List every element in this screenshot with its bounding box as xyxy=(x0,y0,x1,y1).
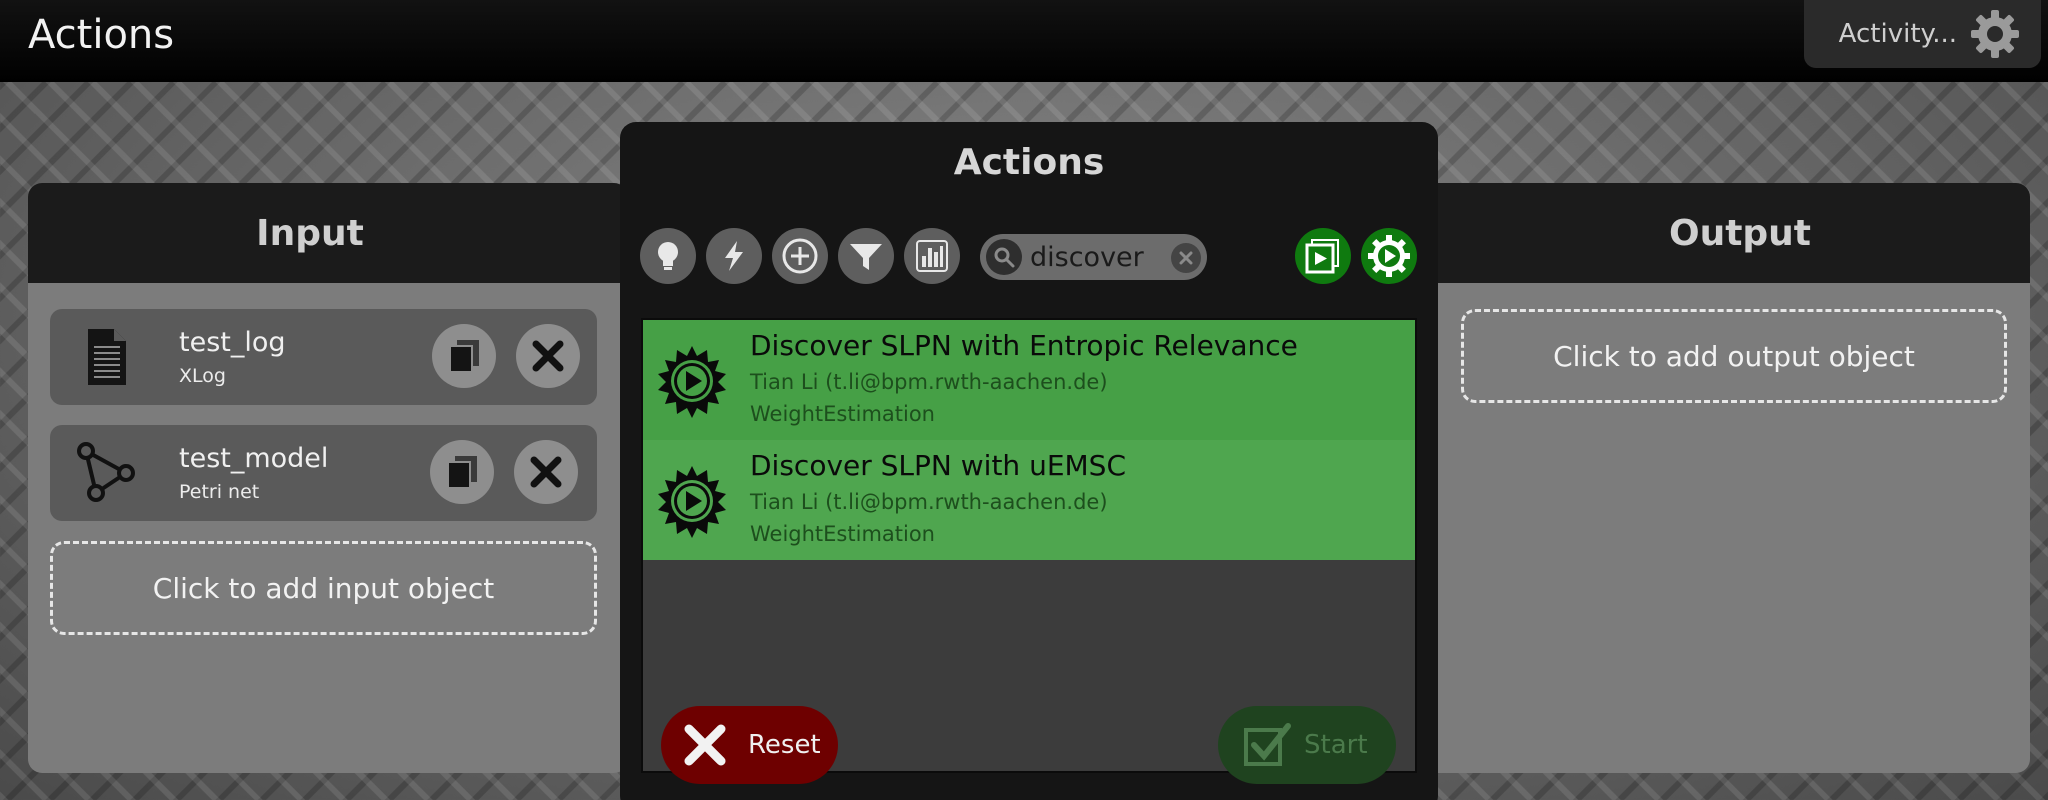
copy-icon xyxy=(447,456,477,489)
action-package: WeightEstimation xyxy=(750,522,935,546)
close-icon xyxy=(684,724,726,766)
remove-button[interactable] xyxy=(516,324,580,388)
copy-button[interactable] xyxy=(430,440,494,504)
copy-button[interactable] xyxy=(432,324,496,388)
object-name: test_model xyxy=(179,443,329,474)
object-type: Petri net xyxy=(179,481,260,503)
close-icon xyxy=(530,456,562,488)
clear-search-icon[interactable] xyxy=(1171,243,1201,273)
input-panel: Input test_log XLog test_model Petri net… xyxy=(28,183,628,773)
action-item[interactable]: Discover SLPN with Entropic Relevance Ti… xyxy=(643,320,1415,440)
petri-net-icon xyxy=(77,442,135,502)
top-bar: Actions Activity... xyxy=(0,0,2048,82)
bar-chart-icon xyxy=(916,240,948,272)
add-input-object-button[interactable]: Click to add input object xyxy=(50,541,597,635)
lightning-button[interactable] xyxy=(706,228,762,284)
actions-dialog: Actions discover Discover SLPN with Entr… xyxy=(620,122,1438,800)
object-type: XLog xyxy=(179,365,226,387)
gear-icon xyxy=(1971,10,2019,58)
activity-button[interactable]: Activity... xyxy=(1804,0,2041,68)
input-object-test-log[interactable]: test_log XLog xyxy=(50,309,597,405)
action-gear-play-icon xyxy=(658,346,726,418)
plus-circle-button[interactable] xyxy=(772,228,828,284)
action-package: WeightEstimation xyxy=(750,402,935,426)
lightbulb-button[interactable] xyxy=(640,228,696,284)
plus-circle-icon xyxy=(782,238,818,274)
start-label: Start xyxy=(1304,730,1368,760)
lightbulb-icon xyxy=(658,242,678,270)
reset-label: Reset xyxy=(748,730,821,760)
bar-chart-button[interactable] xyxy=(904,228,960,284)
action-gear-play-icon xyxy=(658,466,726,538)
close-icon xyxy=(532,340,564,372)
copy-icon xyxy=(449,340,479,373)
activity-label: Activity... xyxy=(1838,19,1957,49)
search-icon xyxy=(986,239,1022,275)
action-title: Discover SLPN with uEMSC xyxy=(750,449,1126,482)
start-button[interactable]: Start xyxy=(1218,706,1396,784)
action-author: Tian Li (t.li@bpm.rwth-aachen.de) xyxy=(750,490,1108,514)
search-box xyxy=(980,234,1207,280)
document-icon xyxy=(88,329,126,385)
action-title: Discover SLPN with Entropic Relevance xyxy=(750,329,1298,362)
action-results-list: Discover SLPN with Entropic Relevance Ti… xyxy=(641,318,1417,773)
search-input[interactable] xyxy=(1030,240,1170,274)
input-object-test-model[interactable]: test_model Petri net xyxy=(50,425,597,521)
gear-play-icon xyxy=(1368,235,1410,277)
output-panel-title: Output xyxy=(1420,183,2030,283)
filter-icon xyxy=(850,244,882,270)
object-name: test_log xyxy=(179,327,286,358)
remove-button[interactable] xyxy=(514,440,578,504)
lightning-icon xyxy=(725,241,743,271)
input-panel-title: Input xyxy=(28,183,628,283)
output-panel: Output Click to add output object xyxy=(1420,183,2030,773)
dialog-title: Actions xyxy=(953,142,1105,183)
filter-button[interactable] xyxy=(838,228,894,284)
run-in-window-button[interactable] xyxy=(1295,228,1351,284)
app-title: Actions xyxy=(28,12,175,58)
action-author: Tian Li (t.li@bpm.rwth-aachen.de) xyxy=(750,370,1108,394)
checkbox-check-icon xyxy=(1244,723,1291,766)
action-item[interactable]: Discover SLPN with uEMSC Tian Li (t.li@b… xyxy=(643,440,1415,560)
window-play-icon xyxy=(1305,239,1339,274)
run-action-button[interactable] xyxy=(1361,228,1417,284)
add-output-object-button[interactable]: Click to add output object xyxy=(1461,309,2007,403)
reset-button[interactable]: Reset xyxy=(661,706,838,784)
